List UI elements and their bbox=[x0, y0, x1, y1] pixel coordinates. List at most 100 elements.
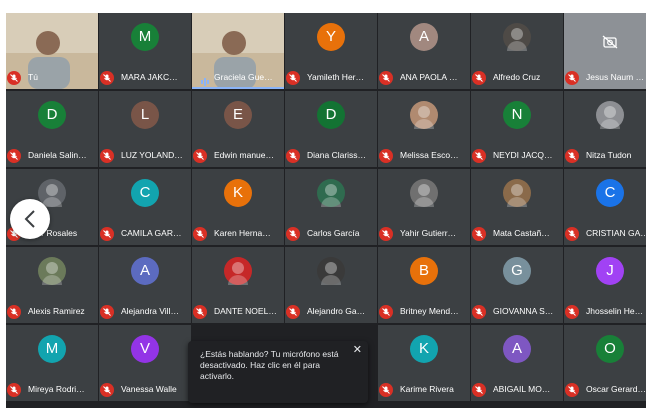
participant-tile[interactable]: M MARA JAKC… bbox=[99, 13, 191, 89]
participant-tile[interactable]: J Jhosselin He… bbox=[564, 247, 646, 323]
participant-name: Nitza Tudon bbox=[586, 150, 632, 160]
participant-photo bbox=[38, 257, 66, 285]
mic-off-icon bbox=[100, 71, 114, 85]
participant-name: Oscar Gerard… bbox=[586, 384, 646, 394]
participant-name: Vanessa Walle bbox=[121, 384, 177, 394]
participant-tile[interactable]: A ANA PAOLA … bbox=[378, 13, 470, 89]
participant-tile[interactable]: K Karime Rivera bbox=[378, 325, 470, 401]
participant-tile[interactable]: Melissa Esco… bbox=[378, 91, 470, 167]
participant-name: Mireya Rodri… bbox=[28, 384, 85, 394]
participant-photo bbox=[224, 257, 252, 285]
participant-name: ANA PAOLA … bbox=[400, 72, 458, 82]
participant-avatar: A bbox=[131, 257, 159, 285]
participant-tile[interactable]: D Daniela Salin… bbox=[6, 91, 98, 167]
participant-name: MARA JAKC… bbox=[121, 72, 178, 82]
participant-tile[interactable]: Jesus Naum … bbox=[564, 13, 646, 89]
participant-tile[interactable]: B Britney Mend… bbox=[378, 247, 470, 323]
participant-tile[interactable]: Alexis Ramirez bbox=[6, 247, 98, 323]
mic-off-icon bbox=[193, 149, 207, 163]
participant-avatar: C bbox=[596, 179, 624, 207]
participant-name: ABIGAIL MO… bbox=[493, 384, 551, 394]
mic-off-icon bbox=[100, 227, 114, 241]
screenshot-stage: Tú M MARA JAKC… Graciela Gue… Y Yamileth Her…… bbox=[0, 0, 646, 408]
participant-tile[interactable]: Graciela Gue… bbox=[192, 13, 284, 89]
participant-tile[interactable]: A Alejandra Vill… bbox=[99, 247, 191, 323]
participant-name: Alejandro Ga… bbox=[307, 306, 366, 316]
mic-off-icon bbox=[379, 71, 393, 85]
participant-name: Diana Clariss… bbox=[307, 150, 367, 160]
toast-message: ¿Estás hablando? Tu micrófono está desac… bbox=[200, 349, 339, 381]
participant-name: CAMILA GAR… bbox=[121, 228, 182, 238]
participant-avatar: A bbox=[410, 23, 438, 51]
participant-avatar: M bbox=[131, 23, 159, 51]
mic-off-icon bbox=[379, 383, 393, 397]
participant-avatar: M bbox=[38, 335, 66, 363]
participant-name: Yamileth Her… bbox=[307, 72, 364, 82]
mic-off-icon bbox=[472, 305, 486, 319]
participant-tile[interactable]: N NEYDI JACQ… bbox=[471, 91, 563, 167]
mic-off-icon bbox=[565, 149, 579, 163]
mic-off-icon bbox=[7, 305, 21, 319]
participant-name: Melissa Esco… bbox=[400, 150, 459, 160]
participant-avatar: L bbox=[131, 101, 159, 129]
participant-name: Alfredo Cruz bbox=[493, 72, 541, 82]
participant-avatar: K bbox=[410, 335, 438, 363]
participant-tile[interactable]: L LUZ YOLAND… bbox=[99, 91, 191, 167]
participant-name: DANTE NOEL… bbox=[214, 306, 277, 316]
participant-name: LUZ YOLAND… bbox=[121, 150, 183, 160]
participant-tile[interactable]: Alejandro Ga… bbox=[285, 247, 377, 323]
participant-tile[interactable]: D Diana Clariss… bbox=[285, 91, 377, 167]
mic-off-icon bbox=[286, 227, 300, 241]
participant-tile[interactable]: Y Yamileth Her… bbox=[285, 13, 377, 89]
participant-name: NEYDI JACQ… bbox=[493, 150, 553, 160]
participant-tile[interactable]: C CRISTIAN GA… bbox=[564, 169, 646, 245]
mic-off-icon bbox=[472, 149, 486, 163]
participant-avatar: C bbox=[131, 179, 159, 207]
participant-tile[interactable]: Carlos García bbox=[285, 169, 377, 245]
participant-tile[interactable]: DANTE NOEL… bbox=[192, 247, 284, 323]
participant-tile[interactable]: C CAMILA GAR… bbox=[99, 169, 191, 245]
participant-tile[interactable]: Yahir Gutierr… bbox=[378, 169, 470, 245]
participant-name: Graciela Gue… bbox=[214, 72, 273, 82]
mic-off-icon bbox=[193, 227, 207, 241]
mic-off-icon bbox=[472, 71, 486, 85]
participant-tile[interactable]: V Vanessa Walle bbox=[99, 325, 191, 401]
participant-name: Alejandra Vill… bbox=[121, 306, 179, 316]
participant-photo bbox=[317, 257, 345, 285]
participant-tile[interactable]: A ABIGAIL MO… bbox=[471, 325, 563, 401]
participant-tile[interactable]: O Oscar Gerard… bbox=[564, 325, 646, 401]
participant-tile[interactable]: Nitza Tudon bbox=[564, 91, 646, 167]
participant-avatar: Y bbox=[317, 23, 345, 51]
previous-page-button[interactable] bbox=[10, 199, 50, 239]
participant-name: Britney Mend… bbox=[400, 306, 459, 316]
participant-tile[interactable]: M Mireya Rodri… bbox=[6, 325, 98, 401]
participant-tile[interactable]: E Edwin manue… bbox=[192, 91, 284, 167]
participant-name: Edwin manue… bbox=[214, 150, 275, 160]
participant-tile[interactable]: Tú bbox=[6, 13, 98, 89]
participant-tile[interactable]: Mata Castañ… bbox=[471, 169, 563, 245]
close-icon[interactable]: ✕ bbox=[353, 345, 362, 356]
participant-photo bbox=[317, 179, 345, 207]
participant-avatar: J bbox=[596, 257, 624, 285]
mic-off-icon bbox=[286, 305, 300, 319]
participant-name: Yahir Gutierr… bbox=[400, 228, 457, 238]
participant-photo bbox=[410, 179, 438, 207]
mic-off-icon bbox=[565, 71, 579, 85]
mic-off-icon bbox=[286, 71, 300, 85]
participant-name: CRISTIAN GA… bbox=[586, 228, 646, 238]
participant-tile[interactable]: K Karen Herna… bbox=[192, 169, 284, 245]
mic-off-icon bbox=[7, 71, 21, 85]
mic-off-icon bbox=[379, 149, 393, 163]
mic-off-icon bbox=[565, 383, 579, 397]
mic-off-icon bbox=[7, 383, 21, 397]
participant-avatar: B bbox=[410, 257, 438, 285]
participant-photo bbox=[410, 101, 438, 129]
participant-avatar: E bbox=[224, 101, 252, 129]
participant-name: Jesus Naum … bbox=[586, 72, 645, 82]
participant-tile[interactable]: G GIOVANNA S… bbox=[471, 247, 563, 323]
camera-off-icon bbox=[602, 35, 618, 54]
mic-off-icon bbox=[379, 305, 393, 319]
participant-tile[interactable]: Alfredo Cruz bbox=[471, 13, 563, 89]
participant-photo bbox=[596, 101, 624, 129]
participant-photo bbox=[503, 23, 531, 51]
